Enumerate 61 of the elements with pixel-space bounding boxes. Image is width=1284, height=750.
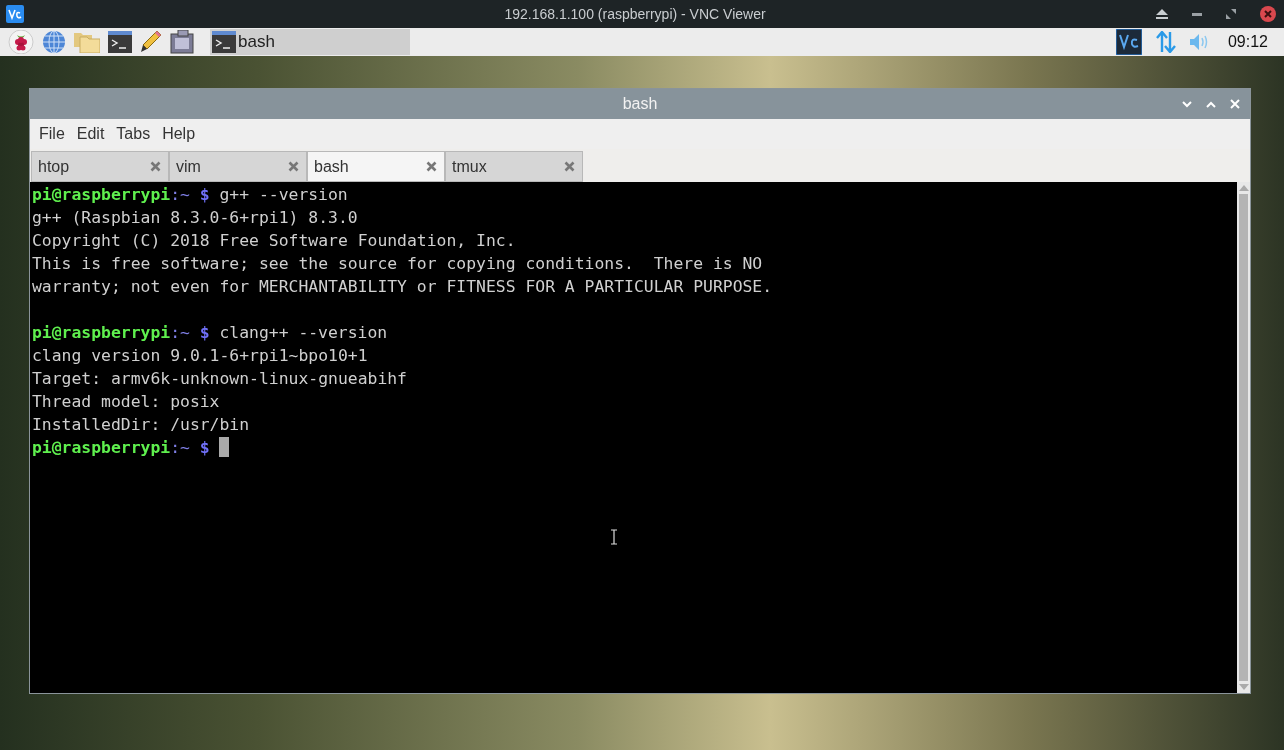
minimize-icon[interactable]	[1192, 12, 1202, 16]
prompt-symbol: $	[199, 184, 210, 206]
output-line: warranty; not even for MERCHANTABILITY or FITNESS FOR A PARTICULAR PURPOSE.	[32, 276, 773, 298]
maximize-icon[interactable]	[1206, 100, 1216, 108]
prompt-path: :~	[170, 437, 190, 459]
tab-label[interactable]: htop	[38, 157, 70, 176]
tab[interactable]: tmux	[445, 151, 583, 182]
minimize-icon[interactable]	[1182, 100, 1192, 108]
vnc-server-icon[interactable]	[1115, 29, 1142, 55]
output-line: InstalledDir: /usr/bin	[32, 414, 250, 436]
terminal-icon	[212, 31, 236, 53]
close-icon[interactable]	[150, 161, 161, 172]
tab-label[interactable]: vim	[176, 157, 201, 176]
viewer-title: 192.168.1.100 (raspberrypi) - VNC Viewer	[503, 6, 767, 22]
network-icon[interactable]	[1155, 31, 1176, 53]
output-line: clang version 9.0.1-6+rpi1~bpo10+1	[32, 345, 368, 367]
output-line: g++ (Raspbian 8.3.0-6+rpi1) 8.3.0	[32, 207, 358, 229]
window-title: bash	[622, 95, 658, 113]
close-icon[interactable]	[564, 161, 575, 172]
tab[interactable]: bash	[307, 151, 445, 182]
clock: 09:12	[1227, 33, 1268, 51]
output-line: Thread model: posix	[32, 391, 220, 413]
prompt-symbol: $	[199, 322, 210, 344]
raspberry-icon[interactable]	[8, 30, 34, 54]
output-line: Copyright (C) 2018 Free Software Foundation, Inc.	[32, 230, 516, 252]
terminal-icon[interactable]	[108, 31, 132, 53]
pencil-icon[interactable]	[140, 30, 162, 54]
package-icon[interactable]	[170, 30, 196, 54]
prompt-path: :~	[170, 322, 190, 344]
command-text: g++ --version	[219, 184, 348, 206]
menu-item[interactable]: Tabs	[110, 125, 157, 143]
volume-icon[interactable]	[1189, 33, 1210, 51]
output-line: Target: armv6k-unknown-linux-gnueabihf	[32, 368, 407, 390]
menu-item[interactable]: File	[33, 125, 71, 143]
scroll-thumb[interactable]	[1239, 194, 1248, 681]
scroll-down-icon[interactable]	[1238, 684, 1249, 690]
folder-icon[interactable]	[74, 31, 100, 53]
close-icon[interactable]	[288, 161, 299, 172]
text-cursor-icon	[610, 529, 618, 545]
prompt-user: pi@raspberrypi	[32, 437, 171, 459]
globe-icon[interactable]	[42, 30, 66, 54]
tab-label[interactable]: tmux	[452, 157, 487, 176]
eject-icon[interactable]	[1156, 9, 1168, 19]
prompt-user: pi@raspberrypi	[32, 184, 171, 206]
tab[interactable]: htop	[31, 151, 169, 182]
scrollbar[interactable]	[1237, 182, 1250, 693]
close-icon[interactable]	[1260, 6, 1276, 22]
command-text: clang++ --version	[219, 322, 388, 344]
menu-item[interactable]: Edit	[70, 125, 111, 143]
menu-item[interactable]: Help	[156, 125, 202, 143]
scroll-up-icon[interactable]	[1238, 185, 1249, 191]
prompt-user: pi@raspberrypi	[32, 322, 171, 344]
prompt-symbol: $	[199, 437, 210, 459]
close-icon[interactable]	[426, 161, 437, 172]
restore-icon[interactable]	[1226, 9, 1236, 19]
tab[interactable]: vim	[169, 151, 307, 182]
prompt-path: :~	[170, 184, 190, 206]
taskbar-task[interactable]: bash	[210, 29, 410, 55]
app-logo-icon	[6, 5, 24, 23]
tab-label[interactable]: bash	[314, 157, 349, 176]
output-line: This is free software; see the source for copying conditions. There is NO	[32, 253, 763, 275]
